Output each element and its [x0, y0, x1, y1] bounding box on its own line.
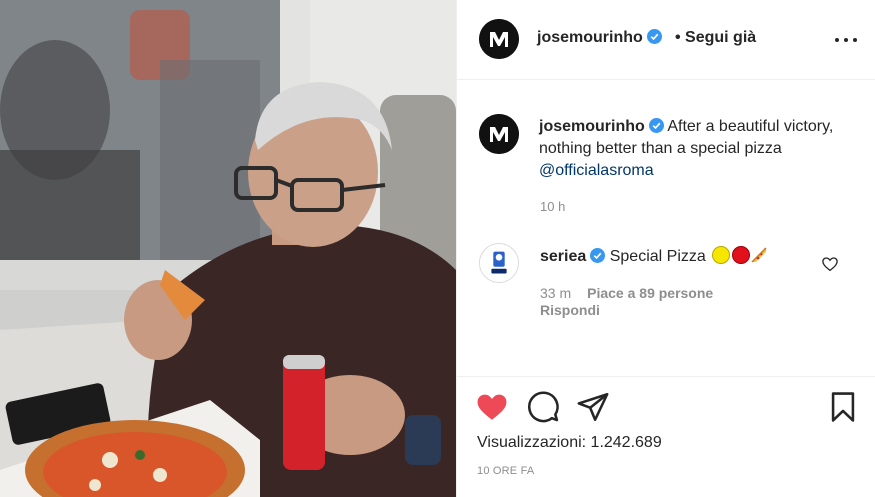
share-button[interactable]	[576, 390, 610, 424]
comment-meta: 33 m Piace a 89 persone	[540, 285, 713, 301]
caption-mention-link[interactable]: @officialasroma	[539, 162, 654, 179]
mourinho-logo-icon	[479, 19, 519, 59]
post-age[interactable]: 10 ORE FA	[477, 465, 534, 477]
comment-like-heart-icon[interactable]	[821, 255, 839, 273]
mourinho-logo-icon	[479, 114, 519, 154]
follow-status[interactable]: • Segui già	[675, 29, 756, 47]
heart-filled-icon	[477, 394, 507, 420]
comment-username[interactable]: seriea	[540, 248, 586, 265]
verified-badge-icon	[648, 118, 664, 133]
caption-username[interactable]: josemourinho	[539, 118, 645, 135]
paper-plane-icon	[577, 392, 609, 422]
save-button[interactable]	[826, 390, 860, 424]
verified-badge-icon	[646, 29, 662, 44]
comment-likes[interactable]: Piace a 89 persone	[587, 285, 713, 301]
comment-text: Special Pizza	[609, 248, 706, 265]
post-side-panel: josemourinho • Segui già josemourinho Af…	[456, 0, 875, 497]
caption-timestamp[interactable]: 10 h	[540, 199, 565, 214]
bookmark-icon	[831, 392, 855, 422]
post-header: josemourinho • Segui già	[457, 0, 875, 80]
comment-button[interactable]	[526, 390, 560, 424]
yellow-circle-emoji	[712, 246, 731, 264]
comment-body: seriea Special Pizza	[540, 246, 830, 268]
comment-avatar[interactable]	[479, 243, 519, 283]
video-frame	[0, 0, 456, 497]
pizza-emoji	[751, 247, 767, 263]
comment-timestamp[interactable]: 33 m	[540, 285, 571, 301]
header-username-text[interactable]: josemourinho	[537, 29, 643, 46]
comment-bubble-icon	[527, 391, 559, 423]
like-button[interactable]	[475, 390, 509, 424]
more-options-icon[interactable]	[835, 31, 857, 49]
serie-a-logo-icon	[480, 244, 518, 282]
caption-avatar[interactable]	[479, 114, 519, 154]
profile-avatar[interactable]	[479, 19, 519, 59]
verified-badge-icon	[590, 248, 606, 263]
header-username[interactable]: josemourinho	[537, 29, 662, 47]
reply-button[interactable]: Rispondi	[540, 302, 600, 318]
view-count[interactable]: Visualizzazioni: 1.242.689	[477, 434, 662, 452]
red-circle-emoji	[732, 246, 751, 264]
post-caption: josemourinho After a beautiful victory, …	[539, 116, 859, 182]
post-actions: Visualizzazioni: 1.242.689 10 ORE FA	[457, 376, 875, 497]
post-video[interactable]	[0, 0, 456, 497]
